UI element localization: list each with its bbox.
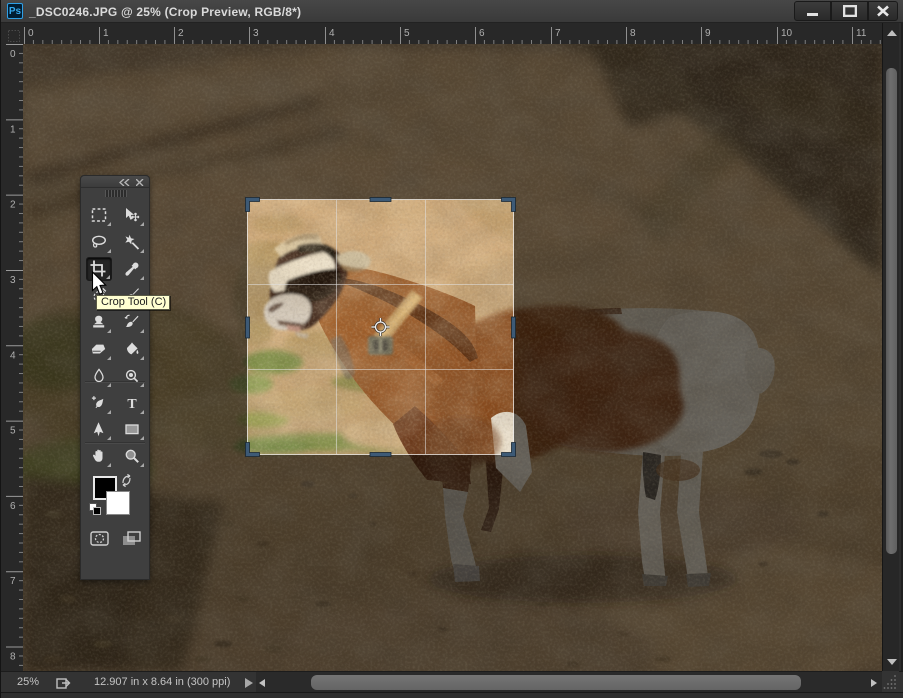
svg-text:8: 8 — [630, 28, 636, 39]
svg-text:10: 10 — [781, 28, 793, 39]
svg-text:6: 6 — [10, 501, 16, 512]
svg-text:9: 9 — [705, 28, 711, 39]
svg-text:T: T — [127, 397, 137, 411]
svg-text:8: 8 — [10, 652, 16, 663]
svg-text:6: 6 — [479, 28, 485, 39]
svg-text:3: 3 — [10, 275, 16, 286]
svg-text:4: 4 — [10, 350, 16, 361]
svg-text:0: 0 — [10, 49, 16, 60]
svg-text:5: 5 — [404, 28, 410, 39]
svg-text:3: 3 — [253, 28, 259, 39]
svg-text:4: 4 — [329, 28, 335, 39]
svg-text:0: 0 — [28, 28, 34, 39]
svg-text:11: 11 — [856, 28, 867, 39]
svg-text:2: 2 — [178, 28, 184, 39]
svg-text:7: 7 — [10, 576, 16, 587]
svg-text:7: 7 — [555, 28, 561, 39]
svg-text:2: 2 — [10, 200, 16, 211]
svg-text:1: 1 — [10, 124, 16, 135]
svg-text:1: 1 — [103, 28, 109, 39]
svg-text:5: 5 — [10, 426, 16, 437]
